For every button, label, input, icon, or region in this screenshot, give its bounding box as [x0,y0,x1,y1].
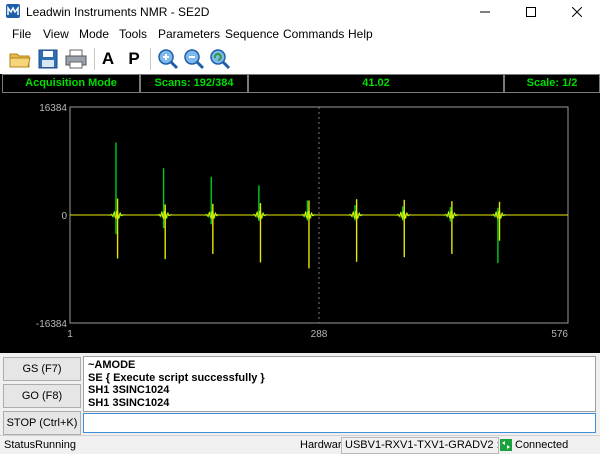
floppy-disk-icon [38,49,58,69]
menu-view[interactable]: View [43,27,69,41]
zoom-in-button[interactable] [156,47,180,71]
menu-sequence[interactable]: Sequence [225,27,279,41]
toolbar-separator [150,48,151,70]
status-label: Status [4,439,36,451]
mode-indicator: Acquisition Mode [2,74,140,93]
a-button[interactable]: A [98,48,118,70]
menu-parameters[interactable]: Parameters [158,27,220,41]
menu-tools[interactable]: Tools [119,27,147,41]
scale-indicator: Scale: 1/2 [504,74,600,93]
menu-mode[interactable]: Mode [79,27,109,41]
x-tick-label: 576 [551,329,568,340]
x-tick-label: 1 [67,329,73,340]
zoom-out-button[interactable] [182,47,206,71]
console-log: ~AMODE SE { Execute script successfully … [83,356,596,412]
hardware-field: USBV1-RXV1-TXV1-GRADV2 : LEADWI [341,437,499,454]
open-folder-button[interactable] [8,47,32,71]
maximize-button[interactable] [508,0,554,24]
status-bar: Status Running Hardware USBV1-RXV1-TXV1-… [0,435,600,454]
acquisition-status-strip: Acquisition Mode Scans: 192/384 41.02 Sc… [0,74,600,93]
minimize-button[interactable] [462,0,508,24]
signal-chart: 16384 0 -163841 288 576 [36,103,569,340]
console-line: SE { Execute script successfully } [88,371,265,384]
folder-icon [9,53,31,68]
signal-plot[interactable]: 16384 0 -16384 1 288 576 [0,93,600,353]
status-value: Running [35,439,76,451]
connection-status: Connected [515,439,569,451]
y-tick-label: 0 [61,211,67,222]
menu-help[interactable]: Help [348,27,373,41]
y-tick-label: 16384 [39,103,67,114]
toolbar-separator [94,48,95,70]
save-button[interactable] [36,47,60,71]
app-logo-icon [6,4,20,18]
zoom-in-icon [158,49,179,70]
close-button[interactable] [554,0,600,24]
menu-commands[interactable]: Commands [283,27,344,41]
stop-button[interactable]: STOP (Ctrl+K) [3,411,81,435]
console-line: SH1 3SINC1024 [88,396,170,409]
command-input[interactable] [83,413,596,433]
zoom-reset-button[interactable] [208,47,232,71]
toolbar: A P [0,44,600,75]
print-button[interactable] [64,47,88,71]
go-button[interactable]: GO (F8) [3,384,81,408]
zoom-refresh-icon [210,49,231,70]
signal-value: 41.02 [248,74,504,93]
p-button[interactable]: P [124,48,144,70]
x-tick-label: 288 [311,329,328,340]
printer-icon [65,49,87,69]
y-tick-label: -16384 [36,319,68,330]
title-bar: Leadwin Instruments NMR - SE2D [0,0,600,24]
console-line: SH1 3SINC1024 [88,384,170,396]
connection-icon [500,439,512,451]
console-line: ~AMODE [88,359,136,371]
zoom-out-icon [184,49,205,70]
gs-button[interactable]: GS (F7) [3,357,81,381]
menu-file[interactable]: File [12,27,31,41]
menu-bar: File View Mode Tools Parameters Sequence… [0,24,600,44]
control-panel: GS (F7) GO (F8) STOP (Ctrl+K) ~AMODE SE … [0,353,600,435]
scans-counter: Scans: 192/384 [140,74,248,93]
window-title: Leadwin Instruments NMR - SE2D [26,5,210,19]
